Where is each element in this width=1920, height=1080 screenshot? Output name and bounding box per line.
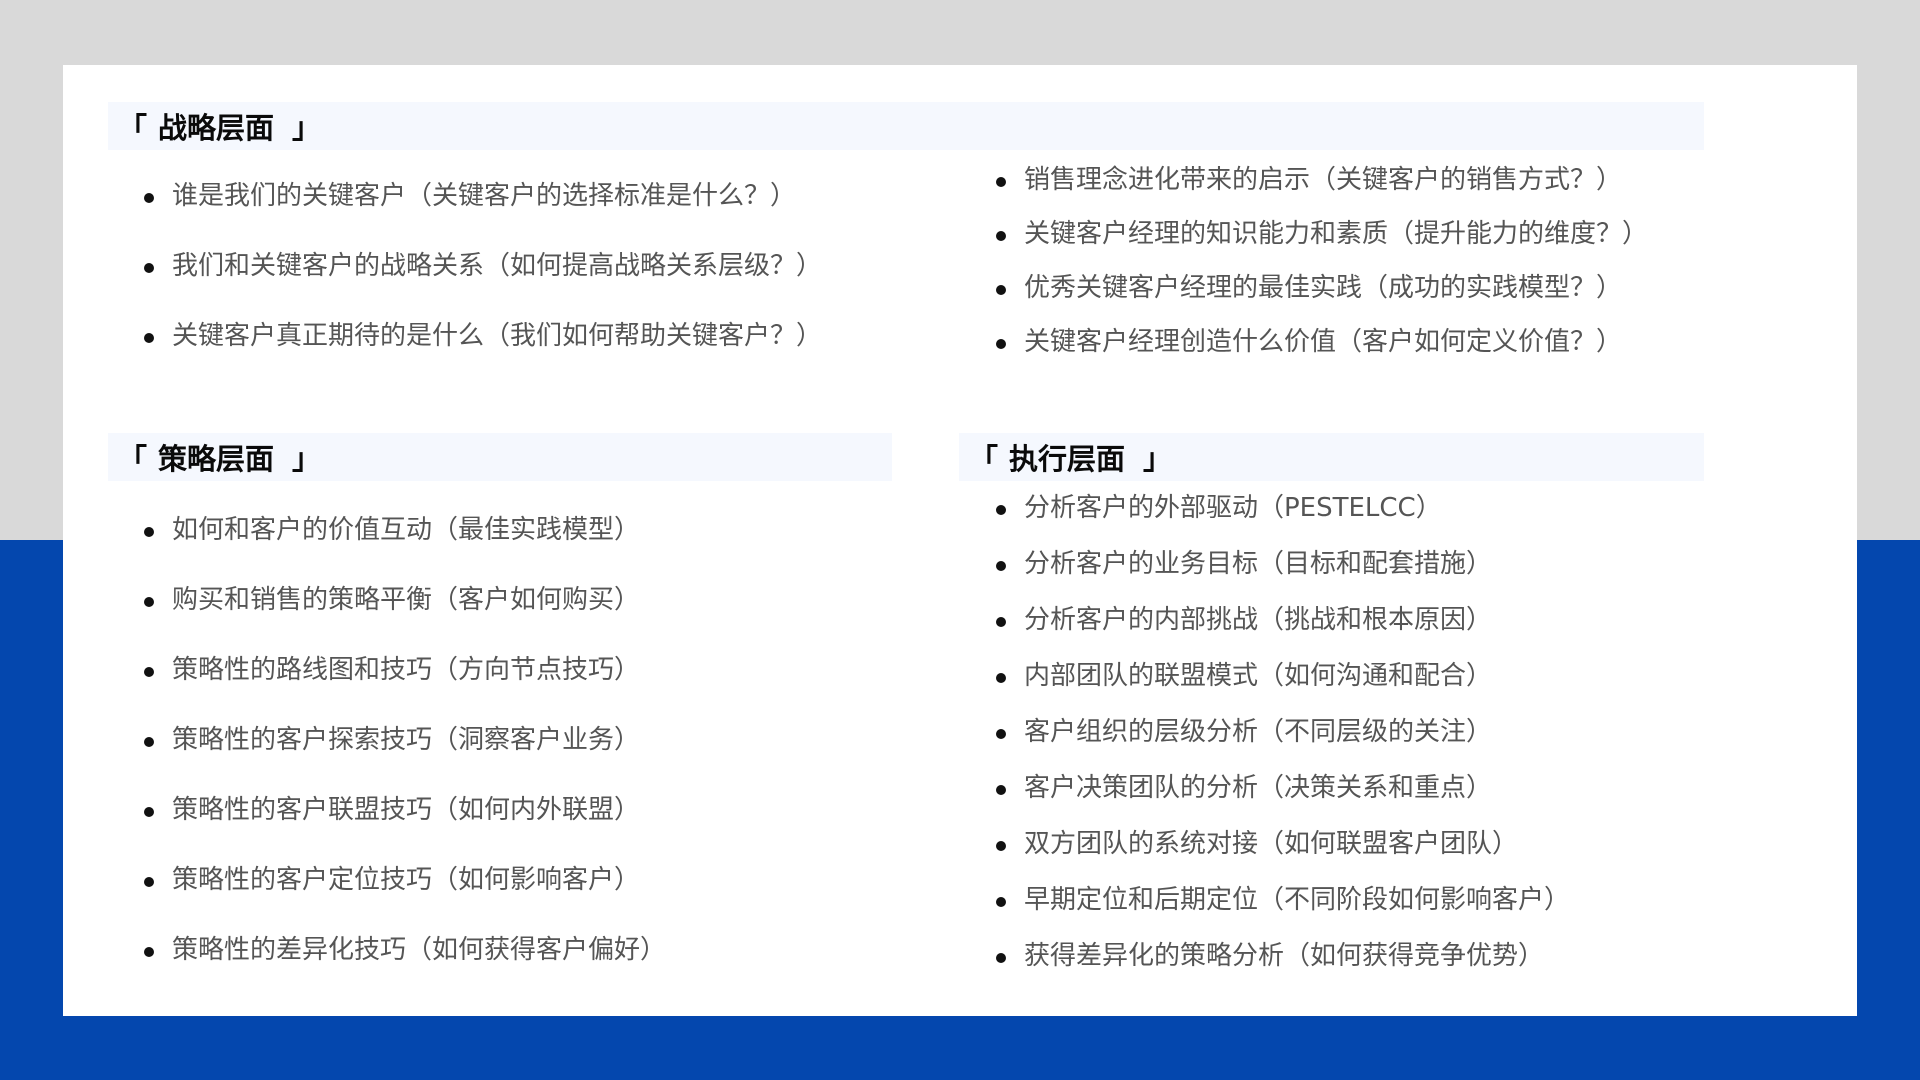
bracket-close: 」 xyxy=(292,442,322,476)
bracket-close: 」 xyxy=(1143,442,1173,476)
bullet-dot xyxy=(144,877,154,887)
bracket-open: 「 xyxy=(118,442,148,476)
list-item: 策略性的差异化技巧（如何获得客户偏好） xyxy=(124,933,666,967)
bullet-dot xyxy=(144,333,154,343)
list-item: 策略性的客户探索技巧（洞察客户业务） xyxy=(124,723,666,757)
list-item: 策略性的客户联盟技巧（如何内外联盟） xyxy=(124,793,666,827)
list-item: 双方团队的系统对接（如何联盟客户团队） xyxy=(976,827,1570,861)
bullet-dot xyxy=(996,285,1006,295)
list-item: 客户组织的层级分析（不同层级的关注） xyxy=(976,715,1570,749)
bullet-dot xyxy=(996,673,1006,683)
list-item: 分析客户的业务目标（目标和配套措施） xyxy=(976,547,1570,581)
list-item: 策略性的路线图和技巧（方向节点技巧） xyxy=(124,653,666,687)
list-item: 优秀关键客户经理的最佳实践（成功的实践模型？） xyxy=(976,271,1648,305)
bullet-dot xyxy=(996,897,1006,907)
bracket-close: 」 xyxy=(292,111,322,145)
bullet-dot xyxy=(996,785,1006,795)
list-item: 我们和关键客户的战略关系（如何提高战略关系层级？） xyxy=(124,249,822,283)
list-item: 策略性的客户定位技巧（如何影响客户） xyxy=(124,863,666,897)
bullet-dot xyxy=(996,729,1006,739)
section-header-execution: 「 执行层面 」 xyxy=(959,433,1704,481)
bullet-dot xyxy=(996,953,1006,963)
bullet-dot xyxy=(144,947,154,957)
list-item: 分析客户的内部挑战（挑战和根本原因） xyxy=(976,603,1570,637)
bullet-dot xyxy=(144,737,154,747)
execution-list: 分析客户的外部驱动（PESTELCC） 分析客户的业务目标（目标和配套措施） 分… xyxy=(976,491,1570,973)
list-item: 关键客户真正期待的是什么（我们如何帮助关键客户？） xyxy=(124,319,822,353)
section-title-strategy: 战略层面 xyxy=(158,111,275,145)
bullet-dot xyxy=(996,339,1006,349)
content-card: 「 战略层面 」 谁是我们的关键客户（关键客户的选择标准是什么？） 我们和关键客… xyxy=(63,65,1857,1016)
section-header-strategy: 「 战略层面 」 xyxy=(108,102,1704,150)
list-item: 客户决策团队的分析（决策关系和重点） xyxy=(976,771,1570,805)
bullet-dot xyxy=(144,597,154,607)
bullet-dot xyxy=(996,231,1006,241)
list-item: 获得差异化的策略分析（如何获得竞争优势） xyxy=(976,939,1570,973)
section-title-tactics: 策略层面 xyxy=(158,442,275,476)
bullet-dot xyxy=(144,263,154,273)
bullet-dot xyxy=(996,561,1006,571)
bullet-dot xyxy=(996,617,1006,627)
list-item: 关键客户经理创造什么价值（客户如何定义价值？） xyxy=(976,325,1648,359)
list-item: 早期定位和后期定位（不同阶段如何影响客户） xyxy=(976,883,1570,917)
bullet-dot xyxy=(144,807,154,817)
list-item: 谁是我们的关键客户（关键客户的选择标准是什么？） xyxy=(124,179,822,213)
bracket-open: 「 xyxy=(969,442,999,476)
list-item: 如何和客户的价值互动（最佳实践模型） xyxy=(124,513,666,547)
section-header-tactics: 「 策略层面 」 xyxy=(108,433,892,481)
strategy-list-right: 销售理念进化带来的启示（关键客户的销售方式？） 关键客户经理的知识能力和素质（提… xyxy=(976,163,1648,359)
strategy-list-left: 谁是我们的关键客户（关键客户的选择标准是什么？） 我们和关键客户的战略关系（如何… xyxy=(124,179,822,353)
bullet-dot xyxy=(996,505,1006,515)
list-item: 内部团队的联盟模式（如何沟通和配合） xyxy=(976,659,1570,693)
list-item: 关键客户经理的知识能力和素质（提升能力的维度？） xyxy=(976,217,1648,251)
bracket-open: 「 xyxy=(118,111,148,145)
list-item: 销售理念进化带来的启示（关键客户的销售方式？） xyxy=(976,163,1648,197)
bullet-dot xyxy=(996,841,1006,851)
bullet-dot xyxy=(144,667,154,677)
bullet-dot xyxy=(996,177,1006,187)
bullet-dot xyxy=(144,527,154,537)
section-title-execution: 执行层面 xyxy=(1009,442,1126,476)
tactics-list: 如何和客户的价值互动（最佳实践模型） 购买和销售的策略平衡（客户如何购买） 策略… xyxy=(124,513,666,967)
bullet-dot xyxy=(144,193,154,203)
list-item: 购买和销售的策略平衡（客户如何购买） xyxy=(124,583,666,617)
list-item: 分析客户的外部驱动（PESTELCC） xyxy=(976,491,1570,525)
